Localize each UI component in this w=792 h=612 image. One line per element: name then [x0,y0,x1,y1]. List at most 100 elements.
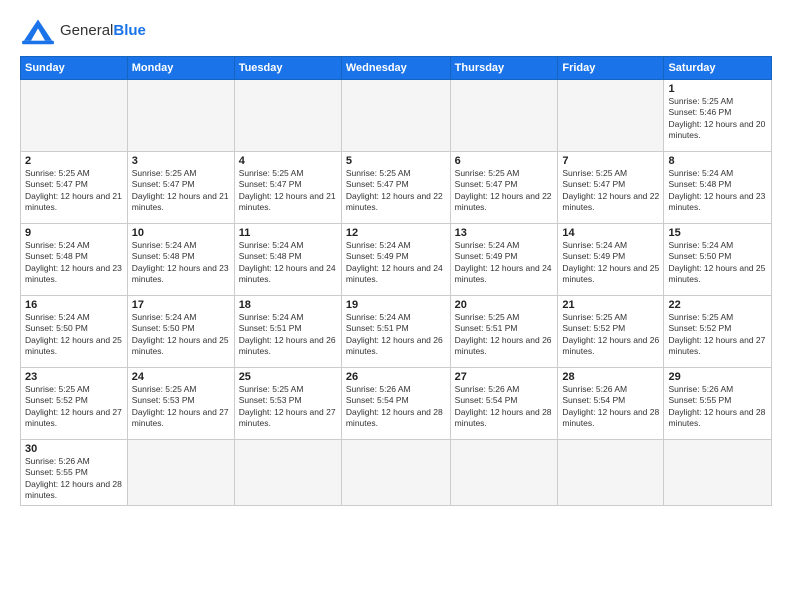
weekday-header-monday: Monday [127,57,234,80]
day-info: Sunrise: 5:25 AMSunset: 5:52 PMDaylight:… [25,384,123,430]
calendar-day-cell: 30Sunrise: 5:26 AMSunset: 5:55 PMDayligh… [21,440,128,506]
day-number: 3 [132,155,230,167]
day-info: Sunrise: 5:25 AMSunset: 5:47 PMDaylight:… [562,168,659,214]
day-number: 2 [25,155,123,167]
calendar-day-cell: 16Sunrise: 5:24 AMSunset: 5:50 PMDayligh… [21,296,128,368]
day-number: 7 [562,155,659,167]
calendar-day-cell [450,440,558,506]
day-info: Sunrise: 5:24 AMSunset: 5:48 PMDaylight:… [25,240,123,286]
day-info: Sunrise: 5:25 AMSunset: 5:52 PMDaylight:… [668,312,767,358]
calendar-day-cell: 27Sunrise: 5:26 AMSunset: 5:54 PMDayligh… [450,368,558,440]
page: GeneralBlue SundayMondayTuesdayWednesday… [0,0,792,612]
day-info: Sunrise: 5:26 AMSunset: 5:54 PMDaylight:… [346,384,446,430]
day-info: Sunrise: 5:25 AMSunset: 5:47 PMDaylight:… [25,168,123,214]
calendar-day-cell: 25Sunrise: 5:25 AMSunset: 5:53 PMDayligh… [234,368,341,440]
day-info: Sunrise: 5:25 AMSunset: 5:51 PMDaylight:… [455,312,554,358]
calendar-day-cell: 4Sunrise: 5:25 AMSunset: 5:47 PMDaylight… [234,152,341,224]
day-number: 1 [668,83,767,95]
calendar-table: SundayMondayTuesdayWednesdayThursdayFrid… [20,56,772,506]
calendar-day-cell [558,440,664,506]
day-number: 5 [346,155,446,167]
day-info: Sunrise: 5:25 AMSunset: 5:47 PMDaylight:… [132,168,230,214]
weekday-header-friday: Friday [558,57,664,80]
calendar-day-cell [664,440,772,506]
weekday-header-wednesday: Wednesday [341,57,450,80]
day-number: 20 [455,299,554,311]
day-info: Sunrise: 5:26 AMSunset: 5:54 PMDaylight:… [455,384,554,430]
calendar-day-cell: 22Sunrise: 5:25 AMSunset: 5:52 PMDayligh… [664,296,772,368]
day-number: 9 [25,227,123,239]
weekday-header-row: SundayMondayTuesdayWednesdayThursdayFrid… [21,57,772,80]
calendar-day-cell: 19Sunrise: 5:24 AMSunset: 5:51 PMDayligh… [341,296,450,368]
weekday-header-sunday: Sunday [21,57,128,80]
day-number: 15 [668,227,767,239]
generalblue-logo-icon [20,16,56,46]
day-number: 26 [346,371,446,383]
calendar-day-cell: 11Sunrise: 5:24 AMSunset: 5:48 PMDayligh… [234,224,341,296]
calendar-day-cell: 29Sunrise: 5:26 AMSunset: 5:55 PMDayligh… [664,368,772,440]
calendar-day-cell: 18Sunrise: 5:24 AMSunset: 5:51 PMDayligh… [234,296,341,368]
day-info: Sunrise: 5:25 AMSunset: 5:52 PMDaylight:… [562,312,659,358]
calendar-day-cell: 20Sunrise: 5:25 AMSunset: 5:51 PMDayligh… [450,296,558,368]
calendar-day-cell: 24Sunrise: 5:25 AMSunset: 5:53 PMDayligh… [127,368,234,440]
calendar-day-cell [127,80,234,152]
day-info: Sunrise: 5:24 AMSunset: 5:48 PMDaylight:… [668,168,767,214]
weekday-header-tuesday: Tuesday [234,57,341,80]
day-number: 27 [455,371,554,383]
calendar-day-cell: 13Sunrise: 5:24 AMSunset: 5:49 PMDayligh… [450,224,558,296]
calendar-week-row: 30Sunrise: 5:26 AMSunset: 5:55 PMDayligh… [21,440,772,506]
calendar-day-cell [450,80,558,152]
day-number: 25 [239,371,337,383]
day-number: 29 [668,371,767,383]
calendar-week-row: 16Sunrise: 5:24 AMSunset: 5:50 PMDayligh… [21,296,772,368]
calendar-week-row: 1Sunrise: 5:25 AMSunset: 5:46 PMDaylight… [21,80,772,152]
day-number: 21 [562,299,659,311]
header: GeneralBlue [20,16,772,46]
day-info: Sunrise: 5:25 AMSunset: 5:53 PMDaylight:… [132,384,230,430]
calendar-day-cell [341,440,450,506]
day-number: 17 [132,299,230,311]
day-info: Sunrise: 5:24 AMSunset: 5:50 PMDaylight:… [25,312,123,358]
day-number: 6 [455,155,554,167]
calendar-day-cell: 28Sunrise: 5:26 AMSunset: 5:54 PMDayligh… [558,368,664,440]
day-number: 16 [25,299,123,311]
calendar-day-cell: 17Sunrise: 5:24 AMSunset: 5:50 PMDayligh… [127,296,234,368]
day-info: Sunrise: 5:26 AMSunset: 5:55 PMDaylight:… [25,456,123,502]
day-info: Sunrise: 5:24 AMSunset: 5:51 PMDaylight:… [239,312,337,358]
day-number: 14 [562,227,659,239]
day-info: Sunrise: 5:25 AMSunset: 5:53 PMDaylight:… [239,384,337,430]
calendar-day-cell: 3Sunrise: 5:25 AMSunset: 5:47 PMDaylight… [127,152,234,224]
weekday-header-saturday: Saturday [664,57,772,80]
day-info: Sunrise: 5:24 AMSunset: 5:51 PMDaylight:… [346,312,446,358]
day-info: Sunrise: 5:26 AMSunset: 5:54 PMDaylight:… [562,384,659,430]
calendar-day-cell [21,80,128,152]
day-info: Sunrise: 5:24 AMSunset: 5:50 PMDaylight:… [132,312,230,358]
day-info: Sunrise: 5:25 AMSunset: 5:46 PMDaylight:… [668,96,767,142]
day-number: 10 [132,227,230,239]
day-number: 22 [668,299,767,311]
logo: GeneralBlue [20,16,146,46]
calendar-day-cell [127,440,234,506]
calendar-day-cell [234,440,341,506]
day-number: 12 [346,227,446,239]
day-number: 18 [239,299,337,311]
calendar-day-cell: 14Sunrise: 5:24 AMSunset: 5:49 PMDayligh… [558,224,664,296]
calendar-day-cell [341,80,450,152]
calendar-day-cell: 21Sunrise: 5:25 AMSunset: 5:52 PMDayligh… [558,296,664,368]
calendar-day-cell: 5Sunrise: 5:25 AMSunset: 5:47 PMDaylight… [341,152,450,224]
calendar-day-cell: 26Sunrise: 5:26 AMSunset: 5:54 PMDayligh… [341,368,450,440]
day-info: Sunrise: 5:24 AMSunset: 5:48 PMDaylight:… [132,240,230,286]
calendar-day-cell: 7Sunrise: 5:25 AMSunset: 5:47 PMDaylight… [558,152,664,224]
calendar-day-cell: 12Sunrise: 5:24 AMSunset: 5:49 PMDayligh… [341,224,450,296]
calendar-day-cell: 15Sunrise: 5:24 AMSunset: 5:50 PMDayligh… [664,224,772,296]
day-number: 19 [346,299,446,311]
calendar-day-cell: 6Sunrise: 5:25 AMSunset: 5:47 PMDaylight… [450,152,558,224]
calendar-day-cell: 8Sunrise: 5:24 AMSunset: 5:48 PMDaylight… [664,152,772,224]
day-number: 28 [562,371,659,383]
day-number: 4 [239,155,337,167]
day-info: Sunrise: 5:24 AMSunset: 5:50 PMDaylight:… [668,240,767,286]
day-number: 24 [132,371,230,383]
logo-text: GeneralBlue [60,23,146,40]
calendar-day-cell [234,80,341,152]
calendar-day-cell: 23Sunrise: 5:25 AMSunset: 5:52 PMDayligh… [21,368,128,440]
